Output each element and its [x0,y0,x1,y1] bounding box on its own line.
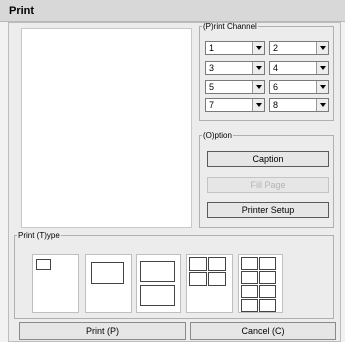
layout-8-option[interactable] [238,254,283,313]
chevron-down-icon [252,99,264,111]
layout-cell [241,299,258,312]
layout-cell [208,257,226,271]
printer-setup-button[interactable]: Printer Setup [207,202,329,218]
layout-cell [241,285,258,298]
layout-cell [91,262,124,284]
print-channel-legend: (P)rint Channel [203,22,257,31]
window-title: Print [9,5,35,17]
channel-select-2[interactable]: 2 [269,41,329,55]
chevron-down-icon [316,62,328,74]
chevron-down-icon [252,81,264,93]
caption-button[interactable]: Caption [207,151,329,167]
layout-4-option[interactable] [186,254,233,313]
layout-cell [140,261,175,282]
chevron-down-icon [316,42,328,54]
layout-cell [259,299,276,312]
layout-cell [189,272,207,286]
channel-select-5[interactable]: 5 [205,80,265,94]
channel-select-3[interactable]: 3 [205,61,265,75]
layout-1-small-option[interactable] [32,254,79,313]
layout-cell [241,271,258,284]
title-bar: Print [0,0,345,22]
channel-select-7[interactable]: 7 [205,98,265,112]
layout-2-option[interactable] [136,254,181,313]
layout-cell [36,259,51,270]
print-button[interactable]: Print (P) [19,322,186,340]
layout-cell [259,257,276,270]
chevron-down-icon [252,42,264,54]
fill-page-button[interactable]: Fill Page [207,177,329,193]
layout-cell [189,257,207,271]
channel-select-1[interactable]: 1 [205,41,265,55]
layout-cell [208,272,226,286]
print-preview [21,28,192,228]
chevron-down-icon [316,81,328,93]
print-type-legend: Print (T)ype [18,231,60,240]
chevron-down-icon [316,99,328,111]
layout-cell [259,271,276,284]
cancel-button[interactable]: Cancel (C) [190,322,336,340]
layout-1-full-option[interactable] [85,254,132,313]
layout-cell [241,257,258,270]
chevron-down-icon [252,62,264,74]
print-dialog: Print (P)rint Channel 1 2 3 4 5 6 7 8 (O… [0,0,345,342]
channel-select-6[interactable]: 6 [269,80,329,94]
channel-select-8[interactable]: 8 [269,98,329,112]
channel-select-4[interactable]: 4 [269,61,329,75]
option-legend: (O)ption [203,131,232,140]
layout-cell [259,285,276,298]
layout-cell [140,285,175,306]
